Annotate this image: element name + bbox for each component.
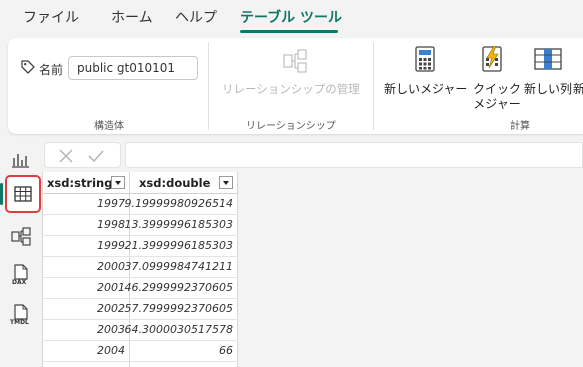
- cell-xsd-string[interactable]: 2002: [97, 302, 125, 315]
- tab-home[interactable]: ホーム: [111, 7, 153, 27]
- table-header: xsd:string xsd:double: [43, 172, 238, 194]
- quick-measure-icon: [482, 46, 502, 72]
- group-divider: [208, 42, 209, 130]
- column-filter-dropdown-icon[interactable]: [111, 176, 125, 189]
- relationships-icon: [283, 49, 307, 73]
- dax-query-view-button[interactable]: DAX: [6, 262, 36, 292]
- menu-bar: ファイル ホーム ヘルプ テーブル ツール: [0, 0, 583, 36]
- cell-xsd-string[interactable]: 1997: [97, 197, 125, 210]
- name-label: 名前: [39, 63, 64, 77]
- commit-icon[interactable]: [87, 147, 105, 165]
- group-divider: [373, 42, 374, 130]
- cell-xsd-double[interactable]: 66: [219, 344, 233, 357]
- formula-input[interactable]: [125, 142, 583, 168]
- quick-measure-label-line2: メジャー: [473, 97, 521, 111]
- cell-xsd-double[interactable]: 46.2999992370605: [125, 281, 233, 294]
- new-table-button[interactable]: 新: [572, 44, 583, 114]
- calc-group-label: 計算: [510, 121, 530, 132]
- formula-bar: [44, 142, 583, 170]
- cell-xsd-string[interactable]: 1998: [97, 218, 125, 231]
- column-header-xsd-string[interactable]: xsd:string: [47, 172, 112, 194]
- cell-xsd-string[interactable]: 2003: [97, 323, 125, 336]
- cell-xsd-double[interactable]: 9.19999980926514: [125, 197, 233, 210]
- table-row[interactable]: 1997 9.19999980926514: [43, 194, 238, 215]
- cancel-icon[interactable]: [57, 147, 75, 165]
- cell-xsd-string[interactable]: 2004: [97, 344, 125, 357]
- tmdl-icon-text: TMDL: [10, 319, 29, 326]
- table-row[interactable]: 2003 64.3000030517578: [43, 320, 238, 341]
- tab-table-tools[interactable]: テーブル ツール: [240, 7, 342, 27]
- relationship-group-label: リレーションシップ: [246, 121, 336, 132]
- tmdl-view-button[interactable]: TMDL: [6, 302, 36, 332]
- cell-xsd-double[interactable]: 13.3999996185303: [125, 218, 233, 231]
- quick-measure-label: クイック メジャー: [472, 82, 522, 112]
- cell-xsd-string[interactable]: 2000: [97, 260, 125, 273]
- cell-xsd-double[interactable]: 57.7999992370605: [125, 302, 233, 315]
- table-row[interactable]: 2000 37.0999984741211: [43, 257, 238, 278]
- cell-xsd-double[interactable]: 64.3000030517578: [125, 323, 233, 336]
- data-grid: xsd:string xsd:double 1997 9.199999809265…: [42, 172, 238, 367]
- table-row[interactable]: 2002 57.7999992370605: [43, 299, 238, 320]
- dax-query-icon: [14, 264, 28, 280]
- table-row[interactable]: 1999 21.3999996185303: [43, 236, 238, 257]
- cell-xsd-double[interactable]: 21.3999996185303: [125, 239, 233, 252]
- cell-xsd-double[interactable]: 37.0999984741211: [125, 260, 233, 273]
- calculator-icon: [415, 46, 435, 72]
- table-row[interactable]: 1998 13.3999996185303: [43, 215, 238, 236]
- cell-xsd-string[interactable]: 1999: [97, 239, 125, 252]
- model-view-icon[interactable]: [6, 222, 36, 252]
- tag-icon: [21, 60, 35, 74]
- tmdl-view-icon: [14, 304, 28, 320]
- table-view-icon: [14, 186, 32, 202]
- manage-relationships-button[interactable]: リレーションシップの管理: [218, 44, 368, 108]
- new-column-button[interactable]: 新しい列: [524, 44, 572, 114]
- active-view-indicator: [0, 183, 3, 205]
- tab-file[interactable]: ファイル: [23, 7, 79, 27]
- cell-xsd-string[interactable]: 2001: [97, 281, 125, 294]
- tab-help[interactable]: ヘルプ: [175, 7, 217, 27]
- new-measure-button[interactable]: 新しいメジャー: [382, 44, 470, 114]
- table-row[interactable]: 2001 46.2999992370605: [43, 278, 238, 299]
- quick-measure-button[interactable]: クイック メジャー: [472, 44, 522, 114]
- column-header-xsd-double[interactable]: xsd:double: [139, 172, 210, 194]
- new-measure-label: 新しいメジャー: [384, 82, 468, 96]
- formula-commit-buttons: [44, 142, 121, 168]
- manage-relationships-label: リレーションシップの管理: [222, 82, 360, 96]
- column-filter-dropdown-icon[interactable]: [219, 176, 233, 189]
- active-tab-indicator: [240, 30, 338, 33]
- structure-group-label: 構造体: [94, 121, 124, 132]
- new-column-label: 新しい列: [524, 82, 573, 96]
- table-view-button[interactable]: [5, 175, 41, 213]
- report-view-icon[interactable]: [6, 145, 36, 175]
- ribbon: 名前 構造体 リレーションシップの管理 リレーションシップ 新しいメジャー: [8, 38, 583, 134]
- dax-icon-text: DAX: [12, 279, 27, 286]
- new-table-label: 新: [573, 82, 583, 96]
- table-name-input[interactable]: [68, 56, 198, 80]
- quick-measure-label-line1: クイック: [472, 82, 521, 96]
- table-row[interactable]: 2004 66: [43, 341, 238, 362]
- new-column-icon: [534, 48, 562, 70]
